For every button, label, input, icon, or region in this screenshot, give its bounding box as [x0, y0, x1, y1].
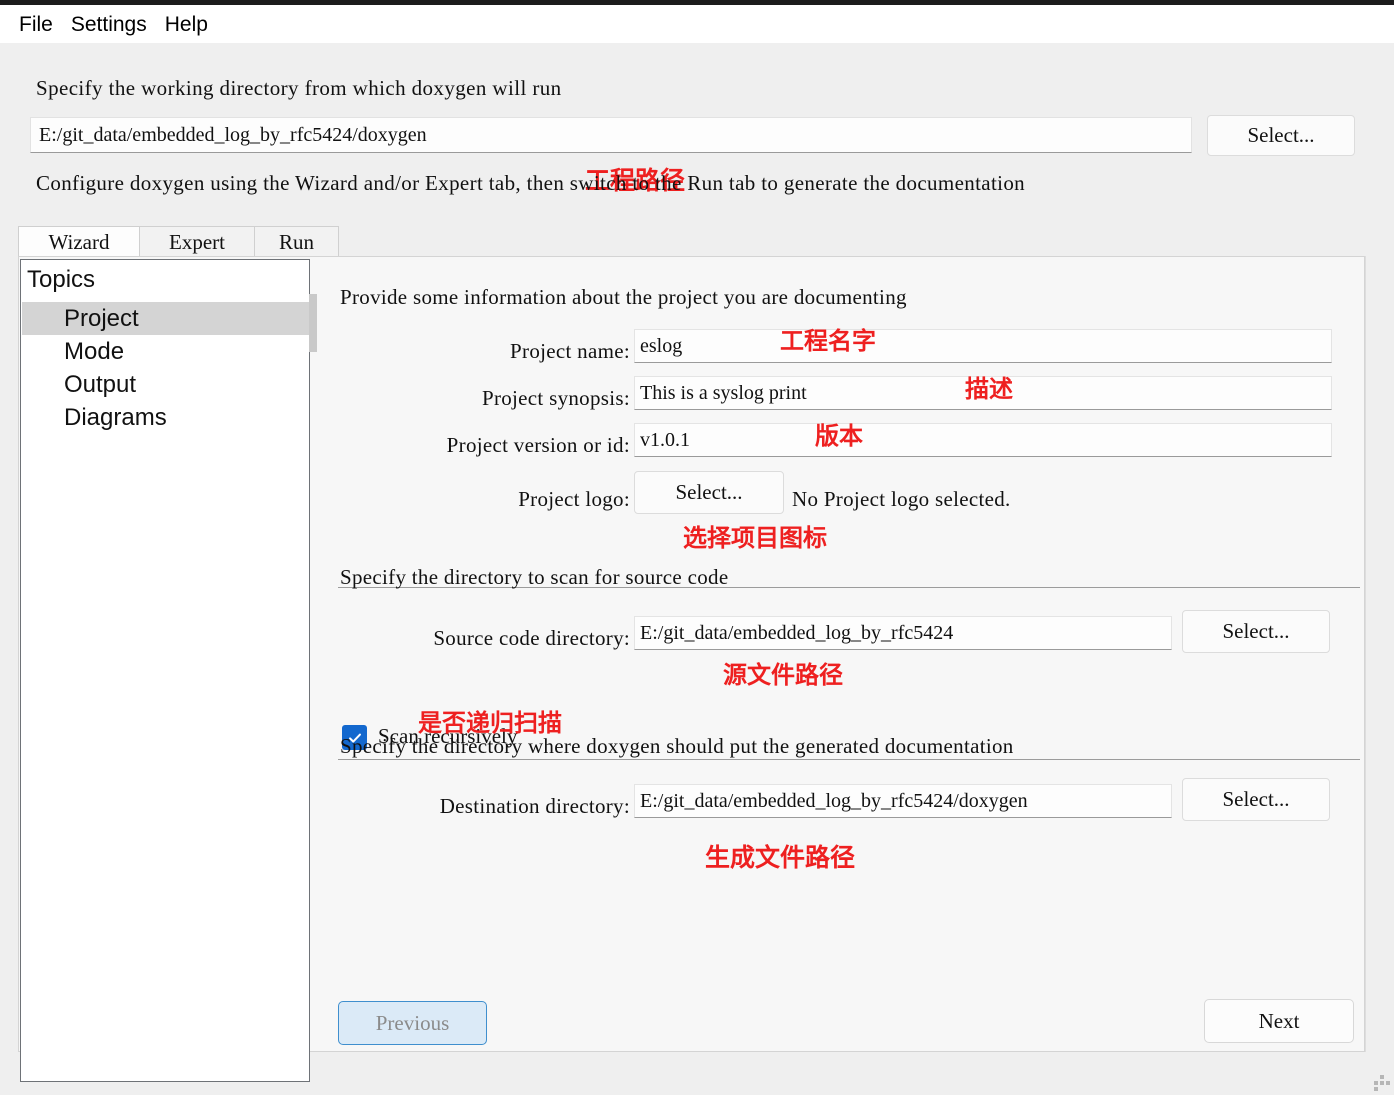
divider-source-destination: [338, 759, 1360, 760]
sidebar-item-diagrams[interactable]: Diagrams: [22, 401, 310, 434]
tab-expert[interactable]: Expert: [139, 226, 255, 257]
menu-item-settings[interactable]: Settings: [62, 14, 156, 35]
sidebar-item-project[interactable]: Project: [22, 302, 310, 335]
menu-item-file[interactable]: File: [10, 14, 62, 35]
working-directory-select-button[interactable]: Select...: [1207, 115, 1355, 156]
source-directory-label: Source code directory:: [433, 626, 630, 650]
topics-scrollbar[interactable]: [309, 294, 317, 352]
source-directory-select-button[interactable]: Select...: [1182, 610, 1330, 653]
tab-run[interactable]: Run: [254, 226, 339, 257]
project-synopsis-label: Project synopsis:: [481, 386, 630, 410]
wizard-content: Provide some information about the proje…: [320, 259, 1365, 1052]
sidebar-item-mode[interactable]: Mode: [22, 335, 310, 368]
annotation-project-synopsis: 描述: [965, 376, 1013, 403]
annotation-project-version: 版本: [815, 423, 863, 450]
panel-right-gutter: [1365, 256, 1377, 1052]
tab-bar: Wizard Expert Run: [18, 226, 339, 257]
project-logo-select-button[interactable]: Select...: [634, 471, 784, 514]
destination-directory-input[interactable]: E:/git_data/embedded_log_by_rfc5424/doxy…: [634, 784, 1172, 818]
menu-item-help[interactable]: Help: [156, 14, 217, 35]
previous-button[interactable]: Previous: [338, 1001, 487, 1045]
project-name-label: Project name:: [510, 339, 630, 363]
annotation-scan-recursively: 是否递归扫描: [418, 710, 562, 737]
destination-directory-label: Destination directory:: [439, 794, 630, 818]
destination-section-heading: Specify the directory where doxygen shou…: [340, 734, 1014, 758]
project-logo-status: No Project logo selected.: [792, 487, 1011, 511]
main-body: Specify the working directory from which…: [0, 43, 1394, 1095]
doxywizard-window: File Settings Help Specify the working d…: [0, 0, 1394, 1095]
source-section-heading: Specify the directory to scan for source…: [340, 565, 729, 589]
configure-hint-text: Configure doxygen using the Wizard and/o…: [36, 171, 1026, 195]
annotation-source-directory: 源文件路径: [723, 662, 843, 689]
project-section-heading: Provide some information about the proje…: [340, 285, 907, 309]
annotation-destination-directory: 生成文件路径: [705, 844, 856, 872]
project-name-input[interactable]: eslog: [634, 329, 1332, 363]
topics-list: Topics Project Mode Output Diagrams: [20, 259, 317, 1082]
source-directory-input[interactable]: E:/git_data/embedded_log_by_rfc5424: [634, 616, 1172, 650]
topics-title: Topics: [27, 266, 96, 293]
menu-bar: File Settings Help: [0, 5, 1394, 43]
annotation-project-logo: 选择项目图标: [683, 525, 827, 552]
sidebar-item-output[interactable]: Output: [22, 368, 310, 401]
project-version-label: Project version or id:: [446, 433, 630, 457]
resize-grip[interactable]: [1374, 1075, 1390, 1091]
project-logo-label: Project logo:: [518, 487, 630, 511]
working-directory-input[interactable]: E:/git_data/embedded_log_by_rfc5424/doxy…: [30, 117, 1192, 153]
destination-directory-select-button[interactable]: Select...: [1182, 778, 1330, 821]
tab-wizard[interactable]: Wizard: [18, 226, 140, 257]
annotation-project-name: 工程名字: [780, 328, 876, 355]
project-version-input[interactable]: v1.0.1: [634, 423, 1332, 457]
working-directory-description: Specify the working directory from which…: [36, 76, 562, 100]
next-button[interactable]: Next: [1204, 999, 1354, 1043]
